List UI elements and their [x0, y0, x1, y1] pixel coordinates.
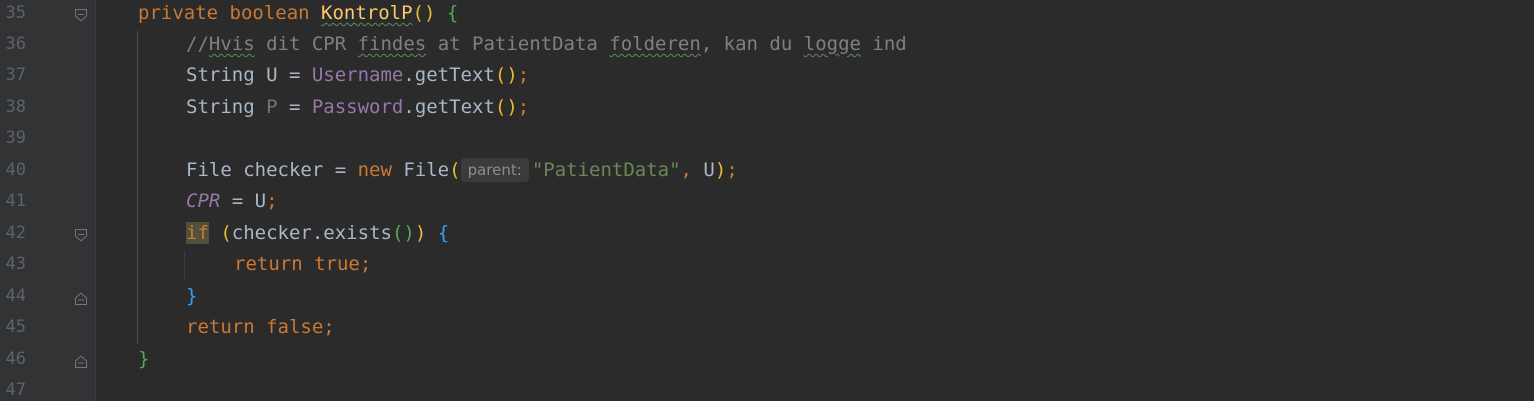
code-line[interactable]: CPR = U;: [186, 186, 278, 217]
paren: ): [714, 159, 727, 181]
paren: (: [449, 159, 461, 181]
fold-end-icon[interactable]: [74, 289, 88, 305]
paren: (): [391, 222, 415, 244]
line-number: 44: [5, 286, 26, 306]
semicolon: ;: [517, 96, 530, 118]
comma: ,: [680, 159, 704, 181]
semicolon: ;: [359, 253, 372, 275]
code-line[interactable]: private boolean KontrolP() {: [138, 0, 458, 29]
comment: //: [186, 33, 209, 55]
paren: (): [412, 2, 436, 24]
code-line[interactable]: return true;: [234, 249, 371, 280]
keyword: return false: [186, 316, 324, 338]
semicolon: ;: [323, 316, 335, 338]
code-text: =: [277, 96, 312, 118]
comment-word: findes: [357, 33, 427, 55]
semicolon: ;: [517, 64, 530, 86]
line-number: 47: [5, 380, 26, 400]
comment: dit CPR: [254, 33, 358, 55]
paren: (): [494, 64, 518, 86]
unused-variable: P: [266, 96, 278, 118]
code-text: File checker =: [186, 159, 358, 181]
keyword: return true: [234, 253, 360, 275]
code-text: String: [186, 96, 267, 118]
brace: }: [186, 285, 198, 307]
line-number: 40: [5, 160, 26, 180]
keyword: private boolean: [138, 2, 322, 24]
keyword-highlighted: if: [186, 222, 209, 244]
comment-word: folderen: [609, 33, 701, 55]
keyword: new: [357, 159, 404, 181]
field-reference: Username: [311, 64, 404, 86]
line-number: 46: [5, 349, 26, 369]
line-number: 37: [5, 65, 26, 85]
fold-open-icon[interactable]: [74, 6, 88, 22]
code-text: U: [703, 159, 715, 181]
semicolon: ;: [266, 190, 278, 212]
comment: at PatientData: [426, 33, 610, 55]
brace: {: [437, 222, 450, 244]
line-number: 41: [5, 191, 26, 211]
comment: , kan du: [700, 33, 804, 55]
semicolon: ;: [726, 159, 738, 181]
paren: ): [414, 222, 427, 244]
code-line[interactable]: if (checker.exists()) {: [186, 218, 449, 249]
line-number: 39: [5, 128, 26, 148]
fold-open-icon[interactable]: [74, 226, 88, 242]
code-text: = U: [220, 190, 267, 212]
code-text: String U =: [186, 64, 312, 86]
comment: ind: [860, 33, 907, 55]
method-call: .getText: [403, 64, 495, 86]
code-line[interactable]: String U = Username.getText();: [186, 60, 529, 91]
method-name: KontrolP: [321, 2, 413, 24]
method-call: .getText: [403, 96, 495, 118]
static-field: CPR: [186, 190, 221, 212]
method-call: checker.exists: [231, 222, 392, 244]
indent-guide: [184, 251, 185, 279]
code-line[interactable]: }: [138, 344, 149, 375]
line-number: 35: [5, 3, 26, 23]
gutter-divider: [95, 0, 96, 401]
paren: (): [494, 96, 518, 118]
line-number: 38: [5, 97, 26, 117]
code-line[interactable]: String P = Password.getText();: [186, 92, 529, 123]
line-number: 42: [5, 223, 26, 243]
code-editor[interactable]: 35 36 37 38 39 40 41 42 43 44 45 46 47 p…: [0, 0, 1534, 401]
comment-word: logge: [803, 33, 861, 55]
code-line[interactable]: //Hvis dit CPR findes at PatientData fol…: [186, 29, 907, 60]
line-number: 43: [5, 254, 26, 274]
field-reference: Password: [311, 96, 404, 118]
string-literal: "PatientData": [531, 159, 681, 181]
line-number: 36: [5, 34, 26, 54]
code-line[interactable]: File checker = new File(parent: "PatientD…: [186, 155, 738, 186]
fold-end-icon[interactable]: [74, 352, 88, 368]
paren: (: [220, 222, 232, 244]
line-number: 45: [5, 317, 26, 337]
parameter-hint: parent:: [460, 158, 529, 182]
comment-word: Hvis: [208, 33, 255, 55]
brace: {: [446, 2, 459, 24]
brace: }: [138, 348, 150, 370]
class-name: File: [403, 159, 450, 181]
code-line[interactable]: }: [186, 281, 197, 312]
indent-guide: [137, 31, 138, 344]
code-line[interactable]: return false;: [186, 312, 335, 343]
